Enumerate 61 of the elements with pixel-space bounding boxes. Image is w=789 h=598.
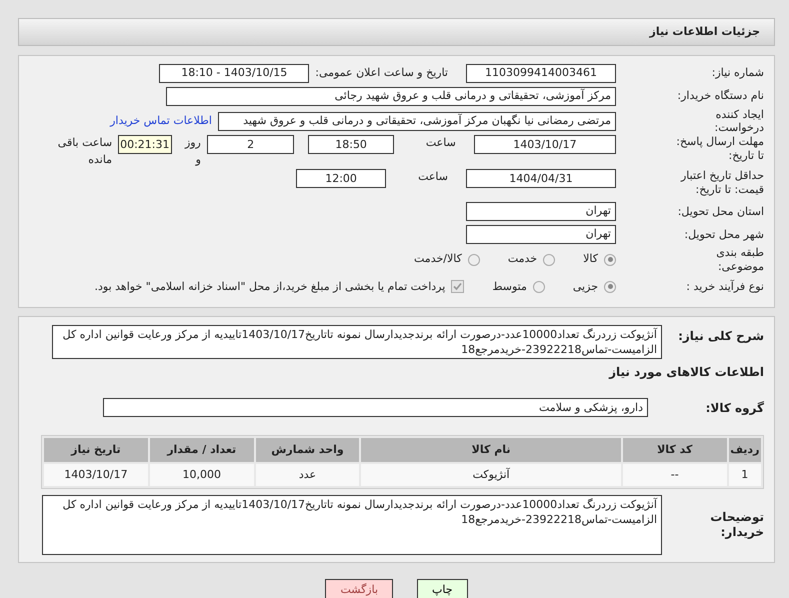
read-only-field: تهران xyxy=(466,202,616,221)
field-label: ایجاد کننده درخواست: xyxy=(714,108,764,134)
field-label: گروه کالا: xyxy=(704,400,764,415)
option-label: کالا/خدمت xyxy=(414,251,462,268)
table-cell: 1403/10/17 xyxy=(44,464,148,486)
read-only-field: 18:50 xyxy=(308,135,394,154)
read-only-field: تهران xyxy=(466,224,616,244)
section-title: اطلاعات کالاهای مورد نیاز xyxy=(608,364,764,381)
radio-button[interactable] xyxy=(604,280,616,293)
table-cell: 1 xyxy=(728,464,761,486)
field-label: روز و xyxy=(184,135,201,168)
read-only-field: 1403/10/15 - 18:10 xyxy=(159,64,310,82)
field-label: ساعت باقی مانده xyxy=(56,135,112,168)
back-button[interactable]: بازگشت xyxy=(325,578,394,598)
option-label: متوسط xyxy=(492,278,527,295)
table-cell: آنژیوکت xyxy=(361,464,621,486)
radio-button[interactable] xyxy=(604,254,616,266)
field-label: نام دستگاه خریدار: xyxy=(676,89,764,103)
column-header: ردیف xyxy=(728,438,761,462)
buyer-contact-link[interactable]: اطلاعات تماس خریدار xyxy=(110,112,212,130)
page-title: جزئیات اطلاعات نیاز xyxy=(18,18,775,46)
read-only-field: 12:00 xyxy=(296,169,386,188)
radio-button[interactable] xyxy=(543,254,556,266)
table-cell: -- xyxy=(622,464,727,486)
field-label: حداقل تاریخ اعتبار قیمت: تا تاریخ: xyxy=(680,169,764,196)
column-header: نام کالا xyxy=(361,438,621,462)
field-label: شماره نیاز: xyxy=(710,66,764,80)
option-label: کالا xyxy=(583,251,598,268)
field-label: نوع فرآیند خرید : xyxy=(685,280,764,294)
print-button[interactable]: چاپ xyxy=(417,578,468,598)
column-header: تاریخ نیاز xyxy=(44,438,148,462)
radio-button[interactable] xyxy=(468,254,480,266)
payment-note: پرداخت تمام یا بخشی از مبلغ خرید،از محل "اسناد خزانه اسلامی" خواهد بود. xyxy=(94,278,446,295)
checkbox[interactable] xyxy=(451,280,464,294)
field-label: مهلت ارسال پاسخ: تا تاریخ: xyxy=(675,135,764,162)
column-header: واحد شمارش xyxy=(256,438,360,462)
read-only-field: 1403/10/17 xyxy=(474,135,616,154)
read-only-field: 00:21:31 xyxy=(118,135,172,154)
column-header: کد کالا xyxy=(622,438,727,462)
read-only-field: مرتضی رمضانی نیا نگهبان مرکز آموزشی، تحقیقاتی و درمانی قلب و عروق شهید xyxy=(218,112,616,131)
option-label: خدمت xyxy=(508,251,538,268)
field-label: شهر محل تحویل: xyxy=(683,228,764,241)
field-label: توضیحات خریدار: xyxy=(709,510,764,540)
read-only-field: 1103099414003461 xyxy=(466,64,616,82)
radio-button[interactable] xyxy=(532,280,545,293)
field-label: تاریخ و ساعت اعلان عمومی: xyxy=(315,64,448,81)
field-label: استان محل تحویل: xyxy=(676,204,764,218)
notes-box: آنژیوکت زردرنگ تعداد10000عدد-درصورت ارائه برندجدیدارسال نمونه تاتاریخ1403/10/17تاییدیه از مرکز ورعایت قوانین اداره کل الزامیست-تماس23922218-خریدمرجع18 xyxy=(42,494,662,555)
field-label: طبقه بندی موضوعی: xyxy=(715,246,764,273)
description-box: آنژیوکت زردرنگ تعداد10000عدد-درصورت ارائه برندجدیدارسال نمونه تاتاریخ1403/10/17تاییدیه از مرکز ورعایت قوانین اداره کل الزامیست-تماس23922218-خریدمرجع18 xyxy=(52,324,662,359)
table-cell: عدد xyxy=(256,464,360,486)
read-only-field: مرکز آموزشی، تحقیقاتی و درمانی قلب و عروق شهید رجائی xyxy=(166,86,616,106)
field-label: شرح کلی نیاز: xyxy=(677,328,764,344)
field-label: ساعت xyxy=(426,135,456,152)
column-header: تعداد / مقدار xyxy=(150,438,254,462)
field-label: ساعت xyxy=(418,169,448,186)
read-only-field: دارو، پزشکی و سلامت xyxy=(103,398,648,418)
table-cell: 10,000 xyxy=(150,464,254,486)
read-only-field: 2 xyxy=(206,135,294,154)
option-label: جزیی xyxy=(572,278,598,295)
read-only-field: 1404/04/31 xyxy=(466,169,616,188)
